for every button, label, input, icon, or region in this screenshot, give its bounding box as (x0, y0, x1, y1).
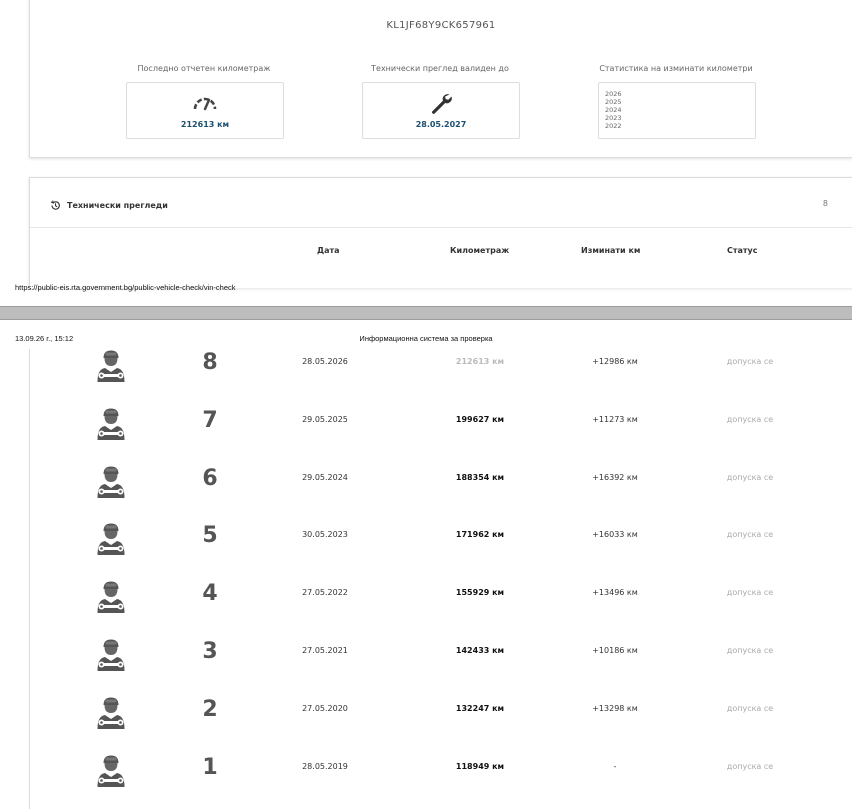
divider (30, 227, 852, 228)
inspection-date: 28.05.2026 (302, 357, 348, 366)
inspection-mileage: 199627 км (455, 414, 505, 424)
inspection-number: 1 (202, 754, 218, 780)
mechanic-icon (96, 754, 126, 788)
inspection-status: допуска се (726, 414, 774, 424)
print-url: https://public-eis.rta.government.bg/pub… (15, 283, 236, 292)
inspection-row: 6 29.05.2024 188354 км +16392 км допуска… (30, 465, 852, 505)
year-label: 2026 (605, 90, 622, 98)
inspection-mileage: 132247 км (455, 703, 505, 713)
mechanic-icon (96, 696, 126, 730)
inspection-status: допуска се (726, 761, 774, 771)
mileage-value: 212613 км (180, 120, 230, 129)
inspection-mileage: 212613 км (455, 357, 505, 366)
column-header-traveled[interactable]: Изминати км (581, 246, 640, 255)
inspection-traveled: +13496 км (592, 588, 638, 598)
mileage-box: 212613 км (126, 82, 284, 139)
vin-number: KL1JF68Y9CK657961 (386, 20, 496, 31)
column-header-status[interactable]: Статус (727, 246, 758, 255)
history-icon (50, 196, 61, 215)
wrench-icon (363, 91, 519, 115)
inspection-traveled: +12986 км (592, 357, 638, 366)
inspection-row: 1 28.05.2019 118949 км - допуска се (30, 754, 852, 794)
section-header: Технически прегледи (50, 196, 168, 215)
inspection-mileage: 171962 км (455, 530, 505, 540)
inspection-date: 30.05.2023 (302, 530, 348, 540)
inspection-mileage: 155929 км (455, 588, 505, 598)
inspection-row: 3 27.05.2021 142433 км +10186 км допуска… (30, 638, 852, 678)
year-label: 2022 (605, 122, 622, 130)
page-separator (0, 306, 852, 320)
inspection-number: 7 (202, 407, 218, 433)
inspection-traveled: - (613, 761, 617, 771)
mileage-label: Последно отчетен километраж (137, 64, 271, 73)
inspection-status: допуска се (726, 588, 774, 598)
inspection-label: Технически преглед валиден до (371, 64, 509, 73)
inspection-status: допуска се (726, 530, 774, 540)
inspection-number: 3 (202, 639, 218, 664)
stats-label: Статистика на изминати километри (599, 64, 753, 73)
inspection-traveled: +11273 км (592, 414, 638, 424)
years-list: 2026 2025 2024 2023 2022 (599, 83, 755, 130)
mechanic-icon (96, 580, 126, 614)
mechanic-icon (96, 638, 126, 672)
mileage-stats-chart: 2026 2025 2024 2023 2022 (598, 82, 756, 139)
inspection-box: 28.05.2027 (362, 82, 520, 139)
inspection-date: 27.05.2021 (302, 646, 348, 655)
section-title: Технически прегледи (67, 201, 168, 210)
inspection-traveled: +13298 км (592, 703, 638, 713)
inspection-mileage: 188354 км (455, 472, 505, 482)
year-label: 2024 (605, 106, 622, 114)
inspection-status: допуска се (726, 357, 774, 366)
column-header-mileage[interactable]: Километраж (450, 246, 509, 255)
inspection-number: 4 (202, 581, 218, 607)
year-label: 2025 (605, 98, 622, 106)
inspection-number: 6 (202, 465, 218, 491)
inspection-number: 5 (202, 523, 218, 549)
inspection-date: 29.05.2025 (302, 414, 348, 424)
inspection-row: 4 27.05.2022 155929 км +13496 км допуска… (30, 580, 852, 620)
inspection-date: 29.05.2024 (302, 472, 348, 482)
inspection-date: 27.05.2022 (302, 588, 348, 598)
inspection-date: 28.05.2019 (302, 761, 348, 771)
inspections-list: 8 28.05.2026 212613 км +12986 км допуска… (29, 349, 852, 809)
inspection-status: допуска се (726, 646, 774, 655)
inspection-traveled: +16392 км (592, 472, 638, 482)
inspection-traveled: +16033 км (592, 530, 638, 540)
inspection-traveled: +10186 км (592, 646, 638, 655)
print-title: Информационна система за проверка (359, 334, 493, 343)
mechanic-icon (96, 522, 126, 556)
column-header-date[interactable]: Дата (317, 246, 340, 255)
inspection-number: 2 (202, 696, 218, 722)
inspection-mileage: 142433 км (455, 646, 505, 655)
mechanic-icon (96, 407, 126, 441)
year-label: 2023 (605, 114, 622, 122)
inspection-status: допуска се (726, 472, 774, 482)
inspection-row: 7 29.05.2025 199627 км +11273 км допуска… (30, 407, 852, 447)
inspection-number: 8 (202, 350, 218, 375)
inspections-section: Технически прегледи 8 Дата Километраж Из… (29, 177, 852, 288)
inspections-count: 8 (822, 199, 828, 208)
inspection-status: допуска се (726, 703, 774, 713)
inspection-value: 28.05.2027 (415, 120, 467, 129)
mechanic-icon (96, 465, 126, 499)
inspection-row: 8 28.05.2026 212613 км +12986 км допуска… (30, 349, 852, 389)
inspection-row: 2 27.05.2020 132247 км +13298 км допуска… (30, 696, 852, 736)
inspection-row: 5 30.05.2023 171962 км +16033 км допуска… (30, 522, 852, 562)
mechanic-icon (96, 349, 126, 383)
inspection-mileage: 118949 км (455, 761, 505, 771)
inspection-date: 27.05.2020 (302, 703, 348, 713)
vehicle-summary-card: KL1JF68Y9CK657961 Последно отчетен килом… (29, 0, 852, 158)
speedometer-icon (127, 91, 283, 115)
